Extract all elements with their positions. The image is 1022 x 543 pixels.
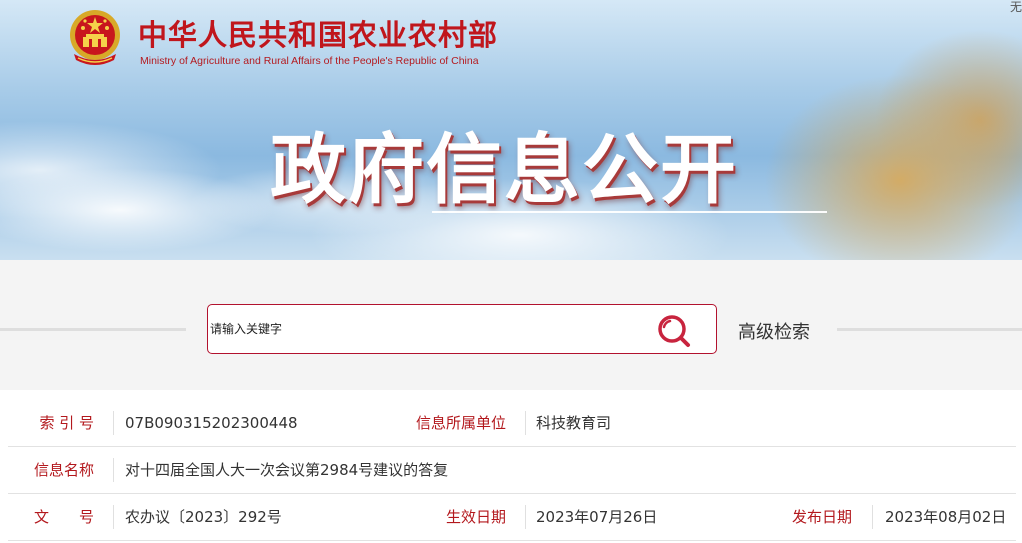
doc-number-label: 文 号	[33, 508, 94, 526]
header-banner: 中华人民共和国农业农村部 Ministry of Agriculture and…	[0, 0, 1022, 260]
document-info-table: 索 引 号 07B090315202300448 信息所属单位 科技教育司 信息…	[8, 400, 1016, 541]
effective-date-label: 生效日期	[445, 508, 506, 526]
column-divider	[525, 505, 526, 529]
info-name-value: 对十四届全国人大一次会议第2984号建议的答复	[125, 461, 449, 479]
effective-date-value: 2023年07月26日	[536, 508, 658, 526]
divider-left	[0, 328, 186, 331]
info-name-label: 信息名称	[33, 461, 94, 479]
publish-date-value: 2023年08月02日	[885, 508, 1007, 526]
site-title: 中华人民共和国农业农村部	[138, 18, 499, 52]
info-row: 索 引 号 07B090315202300448 信息所属单位 科技教育司	[8, 400, 1016, 447]
search-icon[interactable]	[656, 313, 694, 349]
search-input[interactable]	[208, 305, 640, 353]
national-emblem-icon	[70, 10, 120, 65]
top-right-link[interactable]: 无	[1010, 0, 1022, 15]
index-number-value: 07B090315202300448	[125, 414, 298, 432]
search-section: 高级检索	[0, 260, 1022, 390]
info-row: 信息名称 对十四届全国人大一次会议第2984号建议的答复	[8, 447, 1016, 494]
site-subtitle: Ministry of Agriculture and Rural Affair…	[140, 55, 479, 67]
info-row: 文 号 农办议〔2023〕292号 生效日期 2023年07月26日 发布日期 …	[8, 494, 1016, 541]
unit-label: 信息所属单位	[415, 414, 506, 432]
column-divider	[113, 411, 114, 435]
column-divider	[525, 411, 526, 435]
publish-date-label: 发布日期	[791, 508, 852, 526]
unit-value: 科技教育司	[536, 414, 612, 432]
divider-right	[837, 328, 1022, 331]
hero-underline	[432, 211, 827, 213]
advanced-search-link[interactable]: 高级检索	[738, 318, 810, 344]
column-divider	[113, 458, 114, 482]
index-number-label: 索 引 号	[39, 414, 94, 432]
page-hero-title: 政府信息公开	[270, 125, 738, 214]
doc-number-value: 农办议〔2023〕292号	[125, 508, 282, 526]
column-divider	[113, 505, 114, 529]
column-divider	[872, 505, 873, 529]
search-box	[207, 304, 717, 354]
